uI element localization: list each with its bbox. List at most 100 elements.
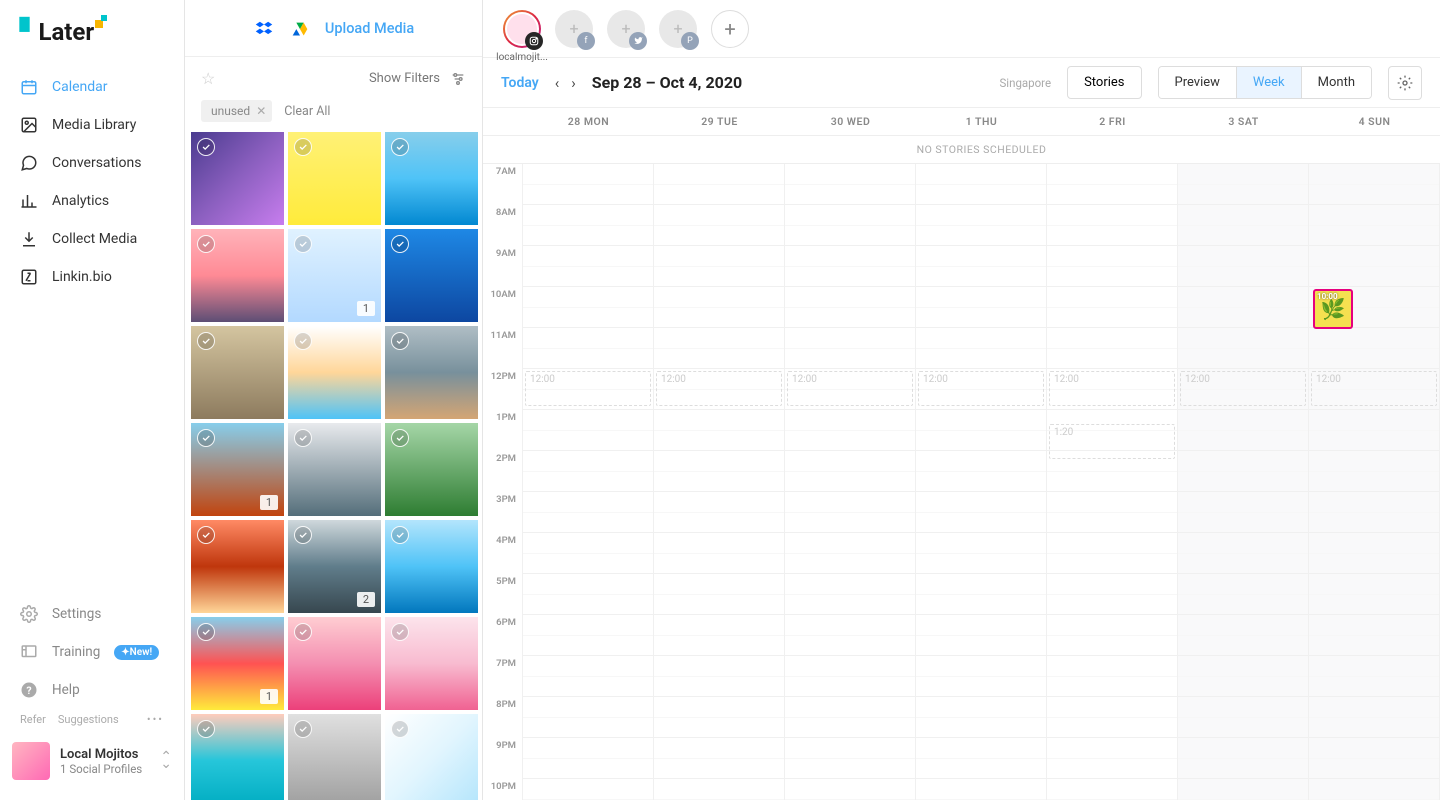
hour-cell[interactable] [1309, 574, 1439, 615]
hour-cell[interactable] [1178, 328, 1308, 369]
select-check-icon[interactable] [391, 138, 409, 156]
hour-cell[interactable] [523, 615, 653, 656]
nav-analytics[interactable]: Analytics [0, 182, 184, 220]
hour-cell[interactable] [1047, 164, 1177, 205]
select-check-icon[interactable] [294, 235, 312, 253]
hour-cell[interactable] [1178, 287, 1308, 328]
nav-training[interactable]: Training ✦New! [0, 633, 184, 671]
hour-cell[interactable] [916, 246, 1046, 287]
hour-cell[interactable] [1047, 287, 1177, 328]
profile-facebook[interactable]: +f [555, 10, 593, 48]
select-check-icon[interactable] [294, 720, 312, 738]
hour-cell[interactable] [1047, 533, 1177, 574]
hour-cell[interactable] [523, 410, 653, 451]
media-thumb[interactable] [191, 132, 284, 225]
hour-cell[interactable] [1178, 492, 1308, 533]
next-week-button[interactable]: › [571, 74, 576, 92]
day-column[interactable]: 12:00 [523, 164, 654, 800]
hour-cell[interactable] [654, 451, 784, 492]
hour-cell[interactable] [916, 574, 1046, 615]
google-drive-icon[interactable] [289, 19, 311, 37]
hour-cell[interactable]: 12:00 [1178, 369, 1308, 410]
hour-cell[interactable] [916, 492, 1046, 533]
hour-cell[interactable] [916, 738, 1046, 779]
hour-cell[interactable] [1178, 615, 1308, 656]
media-thumb[interactable] [385, 326, 478, 419]
nav-help[interactable]: ? Help [0, 671, 184, 709]
select-check-icon[interactable] [197, 720, 215, 738]
clear-all-button[interactable]: Clear All [284, 104, 330, 119]
prev-week-button[interactable]: ‹ [555, 74, 560, 92]
hour-cell[interactable] [785, 656, 915, 697]
hour-cell[interactable] [785, 615, 915, 656]
hour-cell[interactable] [1309, 738, 1439, 779]
hour-cell[interactable] [785, 287, 915, 328]
hour-cell[interactable] [1047, 492, 1177, 533]
select-check-icon[interactable] [197, 623, 215, 641]
hour-cell[interactable] [523, 246, 653, 287]
hour-cell[interactable] [523, 451, 653, 492]
hour-cell[interactable] [1309, 205, 1439, 246]
hour-cell[interactable] [1178, 738, 1308, 779]
hour-cell[interactable] [785, 246, 915, 287]
hour-cell[interactable] [1309, 615, 1439, 656]
select-check-icon[interactable] [197, 526, 215, 544]
hour-cell[interactable] [654, 164, 784, 205]
hour-cell[interactable] [654, 779, 784, 800]
view-preview[interactable]: Preview [1159, 67, 1236, 98]
hour-cell[interactable] [654, 205, 784, 246]
hour-cell[interactable] [1309, 451, 1439, 492]
hour-cell[interactable] [523, 533, 653, 574]
hour-cell[interactable]: 12:00 [1309, 369, 1439, 410]
hour-cell[interactable] [785, 328, 915, 369]
select-check-icon[interactable] [294, 332, 312, 350]
day-column[interactable]: 12:00 [916, 164, 1047, 800]
hour-cell[interactable] [785, 492, 915, 533]
hour-cell[interactable] [916, 205, 1046, 246]
day-column[interactable]: 12:00 [654, 164, 785, 800]
hour-cell[interactable] [916, 451, 1046, 492]
today-button[interactable]: Today [501, 75, 539, 91]
hour-cell[interactable] [523, 492, 653, 533]
hour-cell[interactable] [1047, 615, 1177, 656]
nav-linkinbio[interactable]: Linkin.bio [0, 258, 184, 296]
media-thumb[interactable] [385, 617, 478, 710]
hour-cell[interactable] [916, 328, 1046, 369]
nav-media-library[interactable]: Media Library [0, 106, 184, 144]
media-thumb[interactable] [191, 326, 284, 419]
hour-cell[interactable]: 1:20 [1047, 410, 1177, 451]
hour-cell[interactable] [523, 574, 653, 615]
media-thumb[interactable] [191, 714, 284, 800]
hour-cell[interactable]: 12:00 [523, 369, 653, 410]
nav-settings[interactable]: Settings [0, 595, 184, 633]
hour-cell[interactable] [654, 492, 784, 533]
hour-cell[interactable]: 🌿10:00 [1309, 287, 1439, 328]
scheduled-post[interactable]: 🌿10:00 [1313, 289, 1353, 329]
hour-cell[interactable] [654, 287, 784, 328]
hour-cell[interactable] [1047, 738, 1177, 779]
hour-cell[interactable] [654, 246, 784, 287]
hour-cell[interactable]: 12:00 [654, 369, 784, 410]
hour-cell[interactable]: 12:00 [785, 369, 915, 410]
hour-cell[interactable] [1309, 492, 1439, 533]
nav-calendar[interactable]: Calendar [0, 68, 184, 106]
hour-cell[interactable] [1178, 410, 1308, 451]
stories-button[interactable]: Stories [1067, 66, 1141, 99]
hour-cell[interactable]: 12:00 [916, 369, 1046, 410]
hour-cell[interactable] [523, 164, 653, 205]
hour-cell[interactable] [785, 533, 915, 574]
media-thumb[interactable] [288, 132, 381, 225]
best-time-slot[interactable]: 12:00 [787, 371, 913, 406]
timezone-label[interactable]: Singapore [999, 76, 1051, 90]
hour-cell[interactable] [1178, 574, 1308, 615]
hour-cell[interactable] [1178, 779, 1308, 800]
more-icon[interactable]: ••• [147, 713, 164, 726]
hour-cell[interactable] [654, 697, 784, 738]
hour-cell[interactable] [1047, 656, 1177, 697]
dropbox-icon[interactable] [253, 19, 275, 37]
workspace-switcher[interactable]: Local Mojitos 1 Social Profiles ⌃⌄ [0, 730, 184, 794]
day-column[interactable]: 12:00 [1178, 164, 1309, 800]
media-thumb[interactable] [385, 229, 478, 322]
add-profile-button[interactable]: + [711, 10, 749, 48]
hour-cell[interactable] [523, 697, 653, 738]
